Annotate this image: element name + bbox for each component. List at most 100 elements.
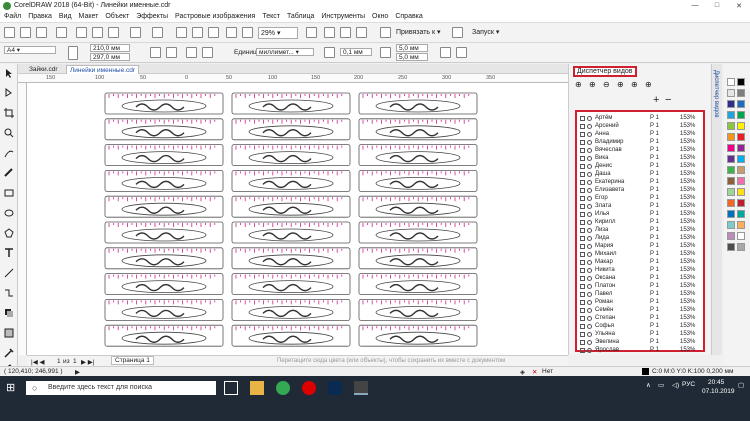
clock-time[interactable]: 20:45	[708, 379, 724, 386]
menu-tools[interactable]: Инструменты	[321, 13, 365, 20]
view-zoom-icon[interactable]	[587, 267, 592, 273]
maximize-icon[interactable]: □	[706, 0, 728, 11]
view-zoom-icon[interactable]	[587, 219, 592, 225]
view-list-item[interactable]: Павел Р 1 153%	[577, 290, 703, 298]
name-ruler-shape[interactable]	[231, 170, 351, 192]
edit-icon[interactable]	[440, 47, 451, 58]
zoom-selected-icon[interactable]: ⊕	[617, 80, 624, 89]
palette-color-swatch[interactable]	[727, 89, 735, 97]
horizontal-ruler[interactable]: 150 100 50 0 50 100 150 200 250 300 350	[18, 74, 568, 83]
shape-tool-icon[interactable]	[4, 88, 14, 98]
name-ruler-shape[interactable]	[231, 195, 351, 218]
name-ruler-shape[interactable]	[231, 247, 351, 270]
view-zoom-icon[interactable]	[587, 171, 592, 177]
coreldraw-taskbar-icon[interactable]	[354, 381, 368, 395]
network-icon[interactable]: ▭	[658, 381, 664, 389]
close-icon[interactable]: ✕	[728, 0, 750, 11]
tab-lineiki-imennye[interactable]: Линейки именные.cdr	[66, 65, 140, 74]
tray-arrow-icon[interactable]: ∧	[646, 381, 651, 389]
zoom-out-icon[interactable]: ⊖	[603, 80, 610, 89]
page-tab[interactable]: Страница 1	[111, 356, 154, 365]
view-zoom-icon[interactable]	[587, 235, 592, 241]
name-ruler-shape[interactable]	[358, 92, 478, 115]
zoom-page-icon[interactable]: ⊕	[645, 80, 652, 89]
view-zoom-icon[interactable]	[587, 131, 592, 137]
view-list-item[interactable]: Семён Р 1 153%	[577, 306, 703, 314]
add-view-icon[interactable]: +	[653, 94, 659, 106]
connector-tool-icon[interactable]	[4, 288, 14, 298]
view-zoom-icon[interactable]	[587, 251, 592, 257]
landscape-icon[interactable]	[166, 47, 177, 58]
current-page-icon[interactable]	[202, 47, 213, 58]
view-zoom-icon[interactable]	[587, 339, 592, 345]
import-icon[interactable]	[192, 27, 203, 38]
view-list-item[interactable]: Анна Р 1 153%	[577, 130, 703, 138]
view-list-item[interactable]: Егор Р 1 153%	[577, 194, 703, 202]
options-gear-icon[interactable]	[452, 27, 463, 38]
name-ruler-shape[interactable]	[104, 221, 224, 244]
grid-icon[interactable]	[340, 27, 351, 38]
status-arrow-icon[interactable]: ▶	[75, 368, 80, 376]
vertical-ruler[interactable]	[18, 83, 27, 355]
outline-color-swatch[interactable]	[642, 368, 649, 375]
name-ruler-shape[interactable]	[104, 324, 224, 347]
view-print-checkbox[interactable]	[580, 131, 585, 137]
palette-color-swatch[interactable]	[727, 188, 735, 196]
view-print-checkbox[interactable]	[580, 235, 585, 241]
view-list-item[interactable]: Роман Р 1 153%	[577, 298, 703, 306]
view-list-item[interactable]: Злата Р 1 153%	[577, 202, 703, 210]
zoom-tool-icon[interactable]	[4, 128, 14, 138]
duplicate-y-field[interactable]: 5,0 мм	[396, 53, 428, 61]
name-ruler-shape[interactable]	[231, 221, 351, 244]
units-select[interactable]: миллимет... ▾	[256, 48, 314, 56]
palette-color-swatch[interactable]	[727, 210, 735, 218]
view-list-item[interactable]: Денис Р 1 153%	[577, 162, 703, 170]
palette-color-swatch[interactable]	[727, 166, 735, 174]
menu-effects[interactable]: Эффекты	[136, 13, 168, 20]
view-print-checkbox[interactable]	[580, 291, 585, 297]
view-print-checkbox[interactable]	[580, 323, 585, 329]
polygon-tool-icon[interactable]	[4, 228, 14, 238]
delete-view-icon[interactable]: −	[665, 94, 671, 106]
view-icon[interactable]	[306, 27, 317, 38]
name-ruler-shape[interactable]	[104, 298, 224, 321]
name-ruler-shape[interactable]	[358, 195, 478, 218]
view-list-item[interactable]: Эвелина Р 1 153%	[577, 338, 703, 346]
zoom-in-icon[interactable]: ⊕	[589, 80, 596, 89]
menu-table[interactable]: Таблица	[287, 13, 314, 20]
page-width-field[interactable]: 210,0 мм	[90, 44, 130, 52]
view-list-item[interactable]: Владимир Р 1 153%	[577, 138, 703, 146]
drawing-canvas[interactable]	[27, 83, 568, 355]
menu-layout[interactable]: Макет	[79, 13, 99, 20]
opera-icon[interactable]	[302, 381, 316, 395]
docker-side-tab[interactable]: Диспетчер видов	[711, 64, 722, 355]
view-print-checkbox[interactable]	[580, 123, 585, 129]
view-list-item[interactable]: Артём Р 1 153%	[577, 114, 703, 122]
palette-color-swatch[interactable]	[737, 89, 745, 97]
view-zoom-icon[interactable]	[587, 211, 592, 217]
ellipse-tool-icon[interactable]	[4, 208, 14, 218]
view-print-checkbox[interactable]	[580, 139, 585, 145]
page-size-select[interactable]: A4 ▾	[4, 46, 56, 54]
view-list-item[interactable]: Софья Р 1 153%	[577, 322, 703, 330]
freehand-tool-icon[interactable]	[4, 148, 14, 158]
palette-color-swatch[interactable]	[727, 199, 735, 207]
snap-to-dropdown[interactable]: Привязать к ▾	[396, 28, 441, 36]
view-print-checkbox[interactable]	[580, 171, 585, 177]
nudge-field[interactable]: 0,1 мм	[340, 48, 372, 56]
view-zoom-icon[interactable]	[587, 155, 592, 161]
palette-color-swatch[interactable]	[737, 122, 745, 130]
guidelines-icon[interactable]	[356, 27, 367, 38]
view-zoom-icon[interactable]	[587, 243, 592, 249]
view-zoom-icon[interactable]	[587, 299, 592, 305]
view-list-item[interactable]: Арсений Р 1 153%	[577, 122, 703, 130]
notifications-icon[interactable]: ▢	[738, 381, 744, 389]
palette-color-swatch[interactable]	[727, 144, 735, 152]
new-document-icon[interactable]	[4, 27, 15, 38]
view-zoom-icon[interactable]	[587, 323, 592, 329]
rulers-icon[interactable]	[324, 27, 335, 38]
chrome-icon[interactable]	[276, 381, 290, 395]
taskbar-search-box[interactable]: ○ Введите здесь текст для поиска	[26, 381, 216, 395]
name-ruler-shape[interactable]	[358, 324, 478, 347]
view-zoom-icon[interactable]	[587, 275, 592, 281]
